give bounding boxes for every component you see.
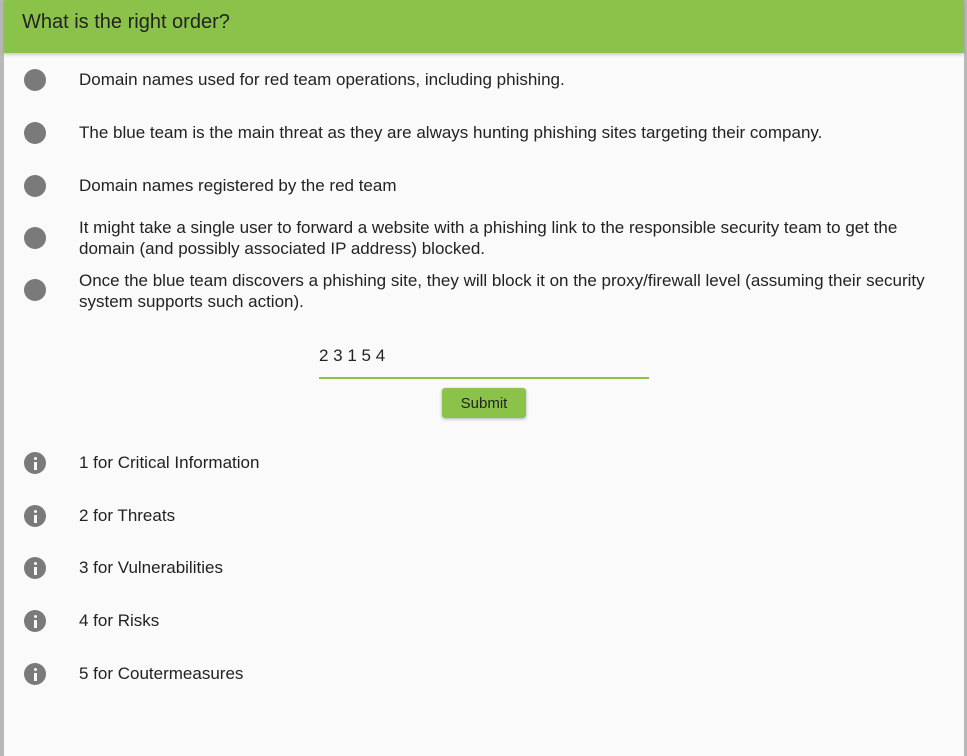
answer-input[interactable] [319,335,649,379]
legend-label: 2 for Threats [79,506,176,525]
option-label: It might take a single user to forward a… [79,218,898,258]
info-icon [24,452,46,474]
question-header: What is the right order? [4,0,964,53]
info-icon [24,557,46,579]
info-icon [24,663,46,685]
legend-label: 3 for Vulnerabilities [79,558,223,577]
option-label: Once the blue team discovers a phishing … [79,271,925,311]
legend-label: 1 for Critical Information [79,453,260,472]
info-icon [24,505,46,527]
bullet-icon [24,175,46,197]
legend-label: 5 for Coutermeasures [79,664,244,683]
quiz-panel: What is the right order? Domain names us… [4,0,964,756]
option-label: Domain names used for red team operation… [79,70,565,89]
legend-label: 4 for Risks [79,611,160,630]
bullet-icon [24,279,46,301]
bullet-icon [24,227,46,249]
info-icon [24,610,46,632]
option-label: Domain names registered by the red team [79,176,397,195]
question-title: What is the right order? [22,11,230,33]
submit-button[interactable]: Submit [442,388,526,418]
option-label: The blue team is the main threat as they… [79,123,823,142]
bullet-icon [24,122,46,144]
bullet-icon [24,69,46,91]
